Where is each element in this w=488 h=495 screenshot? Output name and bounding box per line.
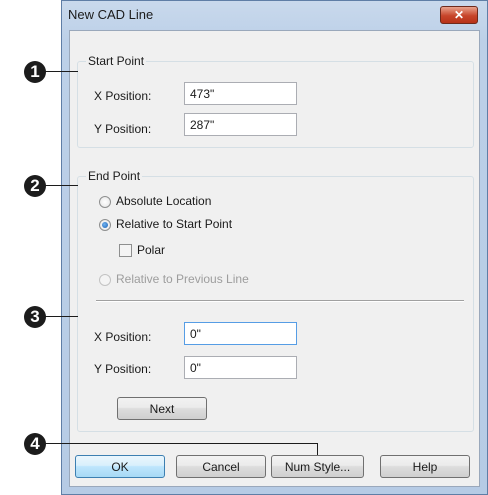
start-y-label: Y Position: — [94, 122, 152, 136]
callout-3: 3 — [24, 306, 46, 328]
absolute-location-label[interactable]: Absolute Location — [116, 194, 211, 208]
relative-previous-radio[interactable] — [99, 274, 111, 286]
end-x-input[interactable] — [184, 322, 297, 345]
end-x-label: X Position: — [94, 330, 152, 344]
callout-1: 1 — [24, 61, 46, 83]
relative-start-label[interactable]: Relative to Start Point — [116, 217, 232, 231]
callout-3-leader — [42, 316, 78, 317]
end-point-legend: End Point — [86, 169, 143, 183]
relative-start-radio[interactable] — [99, 219, 111, 231]
callout-4-leader-vertical — [317, 443, 318, 455]
help-button[interactable]: Help — [380, 455, 470, 478]
close-button[interactable]: ✕ — [440, 6, 478, 24]
polar-checkbox[interactable] — [119, 244, 132, 257]
start-point-legend: Start Point — [86, 54, 147, 68]
callout-2-leader — [42, 185, 78, 186]
relative-previous-label[interactable]: Relative to Previous Line — [116, 272, 249, 286]
callout-1-leader — [42, 71, 78, 72]
end-y-label: Y Position: — [94, 362, 152, 376]
callout-4-leader-horizontal — [42, 443, 318, 444]
ok-button[interactable]: OK — [75, 455, 165, 478]
start-x-label: X Position: — [94, 89, 152, 103]
title-bar[interactable]: New CAD Line ✕ — [62, 1, 487, 29]
cancel-button[interactable]: Cancel — [176, 455, 266, 478]
start-x-input[interactable] — [184, 82, 297, 105]
dialog-title: New CAD Line — [68, 7, 154, 22]
end-point-separator — [96, 300, 464, 302]
absolute-location-radio[interactable] — [99, 196, 111, 208]
next-button[interactable]: Next — [117, 397, 207, 420]
polar-label[interactable]: Polar — [137, 243, 165, 257]
callout-4: 4 — [24, 433, 46, 455]
start-y-input[interactable] — [184, 113, 297, 136]
close-icon: ✕ — [453, 8, 465, 22]
end-point-group — [77, 176, 474, 432]
num-style-button[interactable]: Num Style... — [271, 455, 364, 478]
end-y-input[interactable] — [184, 356, 297, 379]
callout-2: 2 — [24, 175, 46, 197]
